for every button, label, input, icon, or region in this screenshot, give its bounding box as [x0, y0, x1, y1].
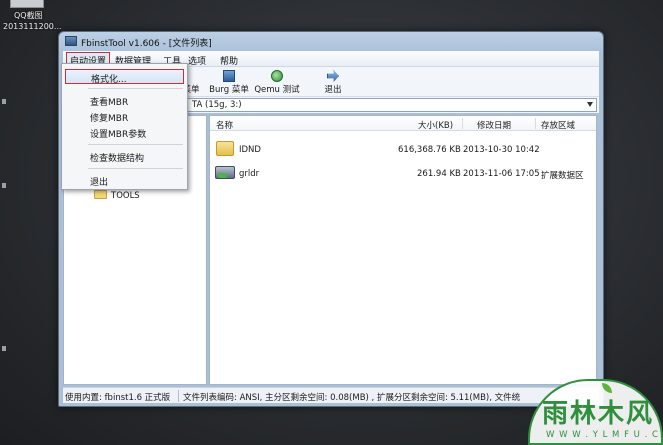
- drive-select-value: TA (15g, 3:): [192, 100, 242, 110]
- column-header-date[interactable]: 修改日期: [477, 119, 511, 131]
- file-size: 616,368.76 KB: [398, 145, 461, 155]
- folder-icon: [94, 190, 107, 199]
- exit-label: 退出: [324, 85, 342, 95]
- status-left: 使用内置: fbinst1.6 正式版: [65, 393, 171, 403]
- bootloader-file-icon: [215, 166, 235, 179]
- file-date: 2013-10-30 10:42: [463, 145, 540, 155]
- boot-settings-dropdown: 格式化... 查看MBR 修复MBR 设置MBR参数 检查数据结构 退出: [61, 63, 188, 190]
- app-icon: [65, 36, 77, 46]
- file-list[interactable]: 名称 大小(KB) 修改日期 存放区域 IDND 616,368.76 KB 2…: [209, 115, 597, 385]
- exit-button[interactable]: 退出: [307, 70, 359, 96]
- file-area: 扩展数据区: [541, 171, 584, 181]
- status-divider: [178, 390, 179, 402]
- file-name: grldr: [239, 169, 260, 179]
- table-row[interactable]: grldr 261.94 KB 2013-11-06 17:05 扩展数据区: [210, 163, 596, 185]
- burg-menu-label: Burg 菜单: [209, 85, 249, 95]
- watermark-text: 雨林木风: [542, 399, 655, 429]
- menu-item-mbr-params[interactable]: 设置MBR参数: [65, 125, 184, 140]
- desktop-icon-sublabel: 2013111200...: [3, 22, 62, 31]
- menu-item-repair-mbr[interactable]: 修复MBR: [65, 109, 184, 124]
- exit-icon: [327, 70, 339, 82]
- watermark-logo: 雨林木风 W W W . Y L M F U . C O M: [528, 379, 663, 445]
- status-bar: 使用内置: fbinst1.6 正式版 文件列表编码: ANSI, 主分区剩余空…: [63, 387, 599, 403]
- qemu-test-button[interactable]: Qemu 测试: [251, 70, 303, 96]
- status-right: 文件列表编码: ANSI, 主分区剩余空间: 0.08(MB) , 扩展分区剩余…: [183, 393, 521, 403]
- watermark-url: W W W . Y L M F U . C O M: [546, 430, 663, 440]
- menu-separator: [88, 88, 183, 89]
- column-divider: [535, 118, 536, 129]
- screenshot-thumbnail-icon: [10, 0, 44, 8]
- menu-item-view-mbr[interactable]: 查看MBR: [65, 93, 184, 108]
- menu-item-format[interactable]: 格式化...: [65, 69, 184, 85]
- desktop-icon-label: QQ截图: [14, 11, 43, 20]
- qemu-icon: [271, 70, 283, 82]
- column-divider: [462, 118, 463, 129]
- menu-separator: [88, 144, 183, 145]
- tree-item-label: TOOLS: [111, 191, 140, 201]
- desktop-edge-mark: [2, 346, 6, 351]
- desktop-edge-mark: [2, 183, 6, 188]
- tree-item-tools[interactable]: TOOLS: [94, 190, 140, 201]
- file-list-header: 名称 大小(KB) 修改日期 存放区域: [210, 116, 596, 131]
- menu-item-exit[interactable]: 退出: [65, 173, 184, 188]
- qemu-test-label: Qemu 测试: [254, 85, 300, 95]
- window-title: FbinstTool v1.606 - [文件列表]: [81, 39, 212, 49]
- menu-help[interactable]: 帮助: [220, 54, 238, 67]
- menu-options[interactable]: 选项: [188, 54, 206, 67]
- file-size: 261.94 KB: [417, 169, 461, 179]
- menu-separator: [88, 168, 183, 169]
- title-bar[interactable]: FbinstTool v1.606 - [文件列表]: [59, 32, 603, 51]
- table-row[interactable]: IDND 616,368.76 KB 2013-10-30 10:42: [210, 139, 596, 161]
- chevron-down-icon: [587, 102, 593, 107]
- column-header-name[interactable]: 名称: [216, 119, 233, 131]
- file-name: IDND: [239, 145, 261, 155]
- drive-select[interactable]: TA (15g, 3:): [187, 98, 597, 112]
- file-date: 2013-11-06 17:05: [463, 169, 540, 179]
- desktop-icon-screenshot[interactable]: QQ截图 2013111200...: [0, 0, 62, 38]
- desktop-edge-mark: [2, 99, 6, 104]
- column-header-area[interactable]: 存放区域: [541, 119, 575, 131]
- folder-icon: [216, 141, 234, 156]
- burg-menu-button[interactable]: Burg 菜单: [203, 70, 255, 96]
- column-header-size[interactable]: 大小(KB): [418, 119, 453, 131]
- burg-icon: [223, 70, 235, 82]
- menu-item-check-structure[interactable]: 检查数据结构: [65, 149, 184, 164]
